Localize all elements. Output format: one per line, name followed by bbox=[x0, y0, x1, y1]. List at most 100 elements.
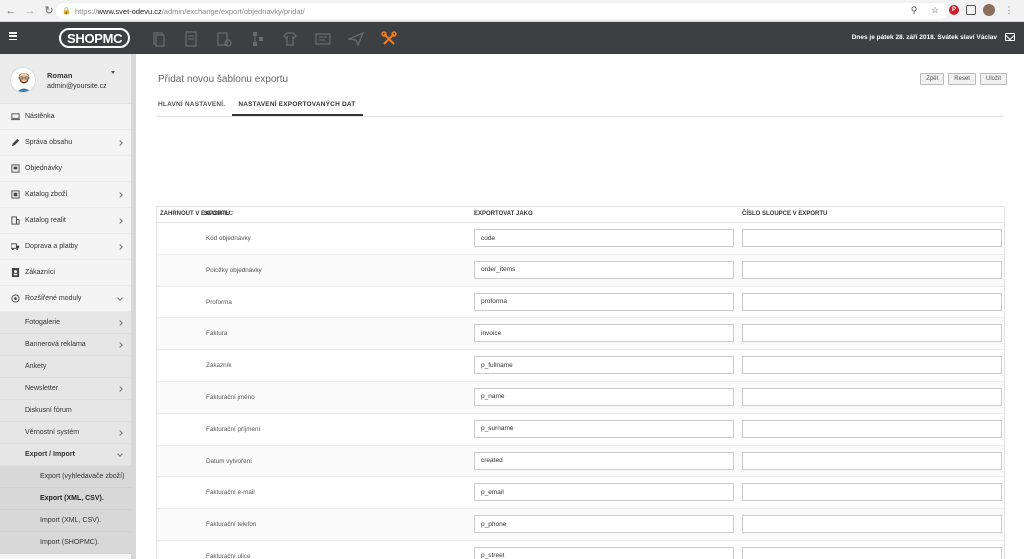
sidebar-item-katalog-zbozi[interactable]: Katalog zboží bbox=[0, 182, 136, 208]
export-as-input[interactable]: p_surname bbox=[474, 419, 734, 438]
sidebar-item-rozsirene-moduly[interactable]: Rozšířené moduly bbox=[0, 286, 136, 312]
submenu-item-export-import[interactable]: Export / Import bbox=[0, 444, 136, 466]
export-as-input[interactable]: proforma bbox=[474, 292, 734, 311]
hamburger-menu-icon[interactable] bbox=[9, 32, 17, 40]
column-number-input[interactable] bbox=[742, 515, 1002, 534]
shirt-icon[interactable] bbox=[278, 27, 301, 50]
sidebar-item-sprava-obsahu[interactable]: Správa obsahu bbox=[0, 130, 136, 156]
column-number-input[interactable] bbox=[742, 324, 1002, 343]
column-number-input[interactable] bbox=[742, 546, 1002, 559]
table-row: Zákazník p_fullname bbox=[157, 350, 1004, 382]
sidebar-item-label: Katalog realit bbox=[25, 217, 66, 224]
forward-arrow-icon[interactable]: → bbox=[22, 3, 38, 19]
column-number-input[interactable] bbox=[742, 229, 1002, 247]
column-number-input[interactable] bbox=[742, 292, 1002, 311]
reload-icon[interactable]: ↻ bbox=[41, 3, 57, 19]
export-as-input[interactable]: invoice bbox=[474, 324, 734, 343]
sitemap-icon[interactable] bbox=[245, 27, 268, 50]
chevron-down-icon bbox=[117, 295, 123, 301]
field-name: Zákazník bbox=[206, 362, 232, 370]
url-host: www.svet-odevu.cz bbox=[97, 6, 162, 16]
subsub-item-import-xml-csv[interactable]: Import (XML, CSV). bbox=[0, 510, 136, 532]
table-row: Datum vytvoření created bbox=[157, 445, 1004, 478]
avatar bbox=[10, 67, 36, 93]
subsub-item-label: Export (vyhledavače zboží) bbox=[40, 473, 125, 480]
newsletter-icon[interactable] bbox=[311, 27, 334, 50]
shopmc-logo[interactable]: SHOPMC bbox=[59, 28, 130, 48]
sidebar-item-nastenka[interactable]: Nástěnka bbox=[0, 104, 136, 130]
field-name: Fakturační e-mail bbox=[206, 489, 255, 497]
customer-icon bbox=[11, 268, 20, 277]
submenu-item-newsletter[interactable]: Newsletter bbox=[0, 378, 136, 400]
export-as-input[interactable]: p_name bbox=[474, 387, 734, 406]
column-number-input[interactable] bbox=[742, 260, 1002, 279]
export-as-input[interactable]: code bbox=[474, 229, 734, 247]
submenu-item-label: Bannerová reklama bbox=[25, 341, 86, 348]
submenu-item-label: Věrnostní systém bbox=[25, 429, 80, 436]
export-as-input[interactable]: created bbox=[474, 451, 734, 470]
column-number-input[interactable] bbox=[742, 356, 1002, 375]
table-row: Položky objednávky order_items bbox=[157, 254, 1004, 287]
document-edit-icon[interactable] bbox=[212, 27, 235, 50]
column-number-input[interactable] bbox=[742, 387, 1002, 406]
export-as-input[interactable]: p_street bbox=[474, 546, 734, 559]
column-number-input[interactable] bbox=[742, 451, 1002, 470]
back-arrow-icon[interactable]: ← bbox=[3, 3, 19, 19]
sidebar-item-katalog-realit[interactable]: Katalog realit bbox=[0, 208, 136, 234]
user-profile[interactable]: Roman admin@yoursite.cz bbox=[0, 54, 136, 104]
chevron-right-icon bbox=[117, 319, 123, 326]
order-icon bbox=[11, 164, 20, 173]
export-as-input[interactable]: p_email bbox=[474, 483, 734, 502]
submenu-item-label: Fotogalerie bbox=[25, 319, 61, 326]
submenu-export-import: Export (vyhledavače zboží) Export (XML, … bbox=[0, 466, 136, 554]
export-as-input[interactable]: p_fullname bbox=[474, 356, 734, 375]
column-number-input[interactable] bbox=[742, 419, 1002, 438]
documents-icon[interactable] bbox=[146, 27, 169, 50]
submenu-item-vernostni-system[interactable]: Věrnostní systém bbox=[0, 422, 136, 444]
submenu-item-label: Export / Import bbox=[25, 451, 75, 458]
sidebar-item-label: Objednávky bbox=[25, 165, 62, 172]
paper-plane-icon[interactable] bbox=[344, 27, 367, 50]
sidebar-item-zakaznici[interactable]: Zákazníci bbox=[0, 260, 136, 286]
submenu-item-ankety[interactable]: Ankety bbox=[0, 356, 136, 378]
subsub-item-export-xml-csv[interactable]: Export (XML, CSV). bbox=[0, 488, 136, 510]
app-topbar: SHOPMC Dnes je pátek 28. září 2018. Svát… bbox=[0, 22, 1024, 54]
address-bar[interactable]: 🔒 https://www.svet-odevu.cz/admin/exchan… bbox=[56, 3, 948, 19]
submenu-item-diskusni-forum[interactable]: Diskusní fórum bbox=[0, 400, 136, 422]
tabs: HLAVNÍ NASTAVENÍ. NASTAVENÍ EXPORTOVANÝC… bbox=[156, 98, 364, 116]
submenu-item-bannerova-reklama[interactable]: Bannerová reklama bbox=[0, 334, 136, 356]
table-row: Fakturační jméno p_name bbox=[157, 381, 1004, 414]
tab-main-settings[interactable]: HLAVNÍ NASTAVENÍ. bbox=[156, 98, 232, 116]
column-number-input[interactable] bbox=[742, 483, 1002, 502]
lock-icon: 🔒 bbox=[62, 8, 71, 15]
browser-menu-icon[interactable]: ⋮ bbox=[1002, 3, 1016, 17]
page-title: Přidat novou šablonu exportu bbox=[158, 74, 289, 85]
export-as-input[interactable]: p_phone bbox=[474, 515, 734, 534]
pinterest-extension-icon[interactable]: P bbox=[949, 5, 959, 15]
key-icon[interactable]: ⚲ bbox=[907, 3, 921, 17]
sidebar-item-doprava-a-platby[interactable]: Doprava a platby bbox=[0, 234, 136, 260]
back-button[interactable]: Zpět bbox=[920, 73, 945, 85]
extension-icon[interactable] bbox=[966, 5, 976, 15]
reset-button[interactable]: Reset bbox=[948, 73, 976, 85]
sidebar-item-objednavky[interactable]: Objednávky bbox=[0, 156, 136, 182]
export-as-input[interactable]: order_items bbox=[474, 260, 734, 279]
caret-down-icon[interactable] bbox=[111, 71, 115, 74]
save-button[interactable]: Uložit bbox=[979, 73, 1007, 85]
star-icon[interactable]: ☆ bbox=[928, 3, 942, 17]
subsub-item-import-shopmc[interactable]: Import (SHOPMC). bbox=[0, 532, 136, 554]
chevron-right-icon bbox=[117, 341, 123, 348]
chevron-right-icon bbox=[117, 139, 123, 146]
date-nameday-text: Dnes je pátek 28. září 2018. Svátek slav… bbox=[851, 34, 997, 41]
document-icon[interactable] bbox=[179, 27, 202, 50]
tools-icon[interactable] bbox=[377, 27, 400, 50]
submenu-item-fotogalerie[interactable]: Fotogalerie bbox=[0, 312, 136, 334]
subsub-item-export-vyhledavace[interactable]: Export (vyhledavače zboží) bbox=[0, 466, 136, 488]
submenu-item-label: Diskusní fórum bbox=[25, 407, 72, 414]
tab-export-data-settings[interactable]: NASTAVENÍ EXPORTOVANÝCH DAT bbox=[232, 98, 364, 116]
submenu-item-label: Ankety bbox=[25, 363, 47, 370]
browser-profile-avatar[interactable] bbox=[983, 4, 995, 16]
modules-icon bbox=[11, 294, 20, 303]
mail-icon[interactable] bbox=[1005, 33, 1015, 41]
table-row: Fakturační ulice p_street bbox=[157, 541, 1004, 559]
